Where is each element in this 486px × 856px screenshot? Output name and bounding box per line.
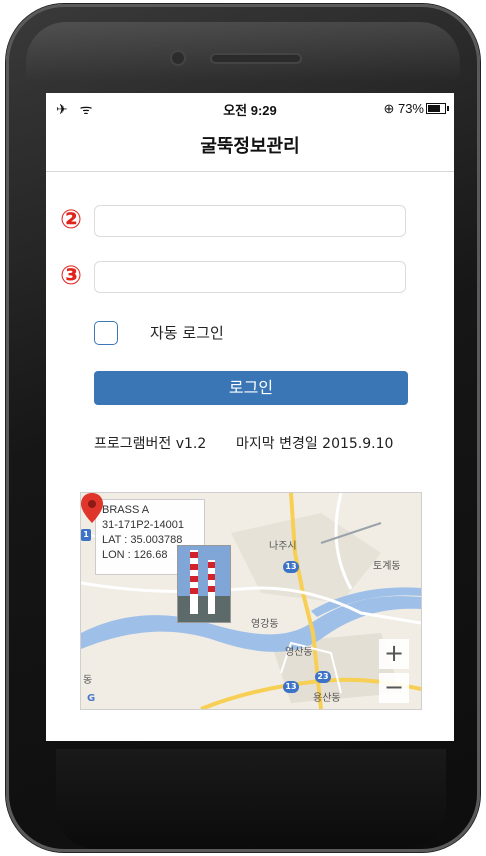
last-changed-date: 마지막 변경일 2015.9.10: [236, 436, 394, 452]
route-shield-23: 23: [315, 671, 331, 683]
phone-shine: [26, 22, 460, 82]
map-label-najusi: 나주시: [269, 541, 297, 552]
battery-percent: ⊕ 73%: [383, 101, 424, 116]
route-shield-13-south: 13: [283, 681, 299, 693]
program-version: 프로그램버전 v1.2: [94, 436, 207, 452]
zoom-in-button[interactable]: +: [379, 639, 409, 669]
id-input[interactable]: [94, 205, 406, 237]
map-label-yongsandong: 용산동: [313, 693, 341, 704]
route-shield-13-north: 13: [283, 561, 299, 573]
route-shield-1: 1: [81, 529, 91, 541]
auto-login-checkbox[interactable]: [94, 321, 118, 345]
location-pin-icon[interactable]: [81, 493, 103, 523]
status-bar: ✈ ᯤ 오전 9:29 ⊕ 73%: [46, 93, 454, 123]
earpiece-speaker: [212, 55, 300, 62]
map-label-yeongsandong: 영산동: [285, 647, 313, 658]
map-logo-icon: G: [87, 693, 96, 704]
site-code: 31-171P2-14001: [102, 519, 184, 531]
chimney-photo: [177, 545, 231, 623]
map-label-yeonggangdong: 영강동: [251, 619, 279, 630]
page-title: 굴뚝정보관리: [46, 123, 454, 172]
app-screen: ✈ ᯤ 오전 9:29 ⊕ 73% 굴뚝정보관리 ② ③ 자동 로그인 로그인 …: [46, 93, 454, 741]
battery-icon: [426, 103, 449, 114]
front-camera: [172, 52, 184, 64]
zoom-out-button[interactable]: −: [379, 673, 409, 703]
phone-chin: [56, 749, 446, 849]
chimney-image: [178, 546, 230, 622]
site-name: BRASS A: [102, 504, 150, 516]
auto-login-label: 자동 로그인: [150, 324, 224, 342]
battery-fill: [428, 105, 440, 112]
login-button[interactable]: 로그인: [94, 371, 408, 405]
password-input[interactable]: [94, 261, 406, 293]
field-marker-3: ③: [59, 261, 82, 291]
map-label-left-dong: 동: [83, 675, 93, 686]
field-marker-2: ②: [59, 205, 82, 235]
map-view[interactable]: BRASS A 31-171P2-14001 LAT : 35.003788 L…: [80, 492, 422, 710]
map-label-tohgyedong: 토계동: [373, 561, 401, 572]
